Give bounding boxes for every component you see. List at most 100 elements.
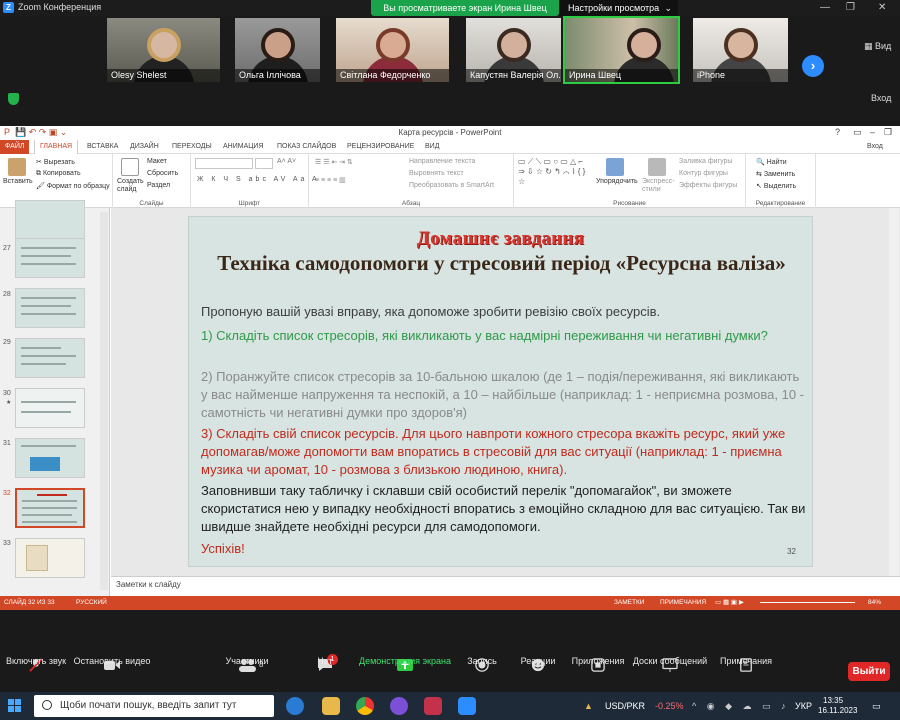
- participant-tile[interactable]: Капустян Валерія Ол...: [466, 18, 561, 82]
- slide-thumbnail-selected[interactable]: [15, 488, 85, 528]
- participant-tile[interactable]: Світлана Федорченко: [336, 18, 449, 82]
- participant-tile[interactable]: Ольга Іллічова: [235, 18, 320, 82]
- arrange-button[interactable]: Упорядочить: [596, 178, 638, 185]
- current-slide[interactable]: Домашнє завдання Техніка самодопомоги у …: [188, 216, 813, 567]
- stop-video-button[interactable]: Остановить видео: [74, 656, 151, 666]
- zoom-slider[interactable]: [760, 602, 855, 603]
- cursor-icon: ↖: [756, 183, 764, 190]
- align-icons[interactable]: ≡ ≡ ≡ ≡ ▥: [315, 176, 346, 184]
- participant-tile[interactable]: Olesy Shelest: [107, 18, 220, 82]
- cut-button[interactable]: ✂ Вырезать: [36, 158, 75, 166]
- next-page-icon[interactable]: ›: [802, 55, 824, 77]
- ticker-label[interactable]: USD/PKR: [605, 692, 645, 720]
- slide-editor: Домашнє завдання Техніка самодопомоги у …: [111, 208, 900, 576]
- leave-button[interactable]: Выйти: [848, 662, 890, 681]
- ribbon-display-icon[interactable]: ▭: [853, 127, 862, 138]
- close-icon[interactable]: ✕: [878, 2, 886, 13]
- app-icon[interactable]: [424, 697, 442, 715]
- zoom-taskbar-icon[interactable]: [458, 697, 476, 715]
- exit-fullscreen-button[interactable]: Вход: [871, 93, 891, 103]
- unmute-button[interactable]: Включить звук: [6, 656, 66, 666]
- slide-thumbnail[interactable]: [15, 538, 85, 578]
- align-text-button[interactable]: Выровнять текст: [409, 170, 464, 177]
- format-painter-button[interactable]: 🖌 Формат по образцу: [36, 182, 110, 190]
- shape-fill-button[interactable]: Заливка фигуры: [679, 158, 732, 165]
- whiteboards-button[interactable]: Доски сообщений: [633, 656, 707, 666]
- quick-styles-button[interactable]: Экспресс-стили: [642, 178, 675, 194]
- smartart-button[interactable]: Преобразовать в SmartArt: [409, 182, 494, 189]
- participant-tile-active[interactable]: Ирина Швец: [563, 16, 680, 84]
- list-icons[interactable]: ☰ ☰ ⇤ ⇥ ⇅: [315, 158, 353, 166]
- edge-icon[interactable]: [286, 697, 304, 715]
- tab-file[interactable]: ФАЙЛ: [0, 140, 30, 154]
- shape-effects-button[interactable]: Эффекты фигуры: [679, 182, 737, 189]
- viber-icon[interactable]: [390, 697, 408, 715]
- tab-review[interactable]: РЕЦЕНЗИРОВАНИЕ: [342, 140, 419, 154]
- reset-button[interactable]: Сбросить: [147, 170, 178, 177]
- editor-scrollbar[interactable]: [889, 208, 899, 576]
- slide-closing: Успіхів!: [201, 541, 245, 556]
- login-link[interactable]: Вход: [862, 140, 888, 154]
- apps-button[interactable]: Приложения: [572, 656, 625, 666]
- section-button[interactable]: Раздел: [147, 182, 170, 189]
- view-button[interactable]: ▦ Вид: [864, 41, 891, 52]
- slide-thumbnail[interactable]: [15, 388, 85, 428]
- font-grow-icon[interactable]: A˄ A˅: [277, 158, 296, 165]
- ticker-change: -0.25%: [655, 701, 684, 711]
- restore-icon[interactable]: ❐: [884, 127, 892, 138]
- slide-thumbnail[interactable]: [15, 238, 85, 278]
- slide-number: 28: [3, 291, 11, 298]
- replace-button[interactable]: ⇆ Заменить: [756, 170, 795, 178]
- select-button[interactable]: ↖ Выделить: [756, 182, 796, 190]
- text-direction-button[interactable]: Направление текста: [409, 158, 475, 165]
- tab-slideshow[interactable]: ПОКАЗ СЛАЙДОВ: [272, 140, 341, 154]
- participant-tile[interactable]: iPhone: [693, 18, 788, 82]
- find-button[interactable]: 🔍 Найти: [756, 158, 787, 166]
- panel-scrollbar[interactable]: [100, 212, 108, 590]
- view-settings-button[interactable]: Настройки просмотра ⌄: [560, 0, 678, 16]
- tab-transitions[interactable]: ПЕРЕХОДЫ: [167, 140, 217, 154]
- tab-view[interactable]: ВИД: [420, 140, 444, 154]
- tab-home[interactable]: ГЛАВНАЯ: [34, 140, 79, 154]
- keyboard-language[interactable]: УКР: [795, 692, 812, 720]
- copy-button[interactable]: ⧉ Копировать: [36, 170, 81, 178]
- layout-button[interactable]: Макет: [147, 158, 167, 165]
- new-slide-button[interactable]: Создать слайд: [117, 178, 147, 194]
- comments-toggle[interactable]: ПРИМЕЧАНИЯ: [660, 596, 706, 610]
- record-button[interactable]: Запись: [467, 656, 497, 666]
- chat-button[interactable]: Чат: [318, 656, 333, 666]
- tray-icons[interactable]: ^ ◉ ◆ ☁ ▭ ♪: [692, 692, 790, 720]
- slide-conclusion: Заповнивши таку табличку і склавши свій …: [201, 483, 806, 534]
- share-screen-button[interactable]: Демонстрация экрана: [359, 656, 451, 666]
- tab-design[interactable]: ДИЗАЙН: [125, 140, 164, 154]
- chrome-icon[interactable]: [356, 697, 374, 715]
- search-icon: [42, 700, 52, 710]
- slide-thumbnail[interactable]: [15, 338, 85, 378]
- tab-animation[interactable]: АНИМАЦИЯ: [218, 140, 269, 154]
- minimize-icon[interactable]: –: [870, 127, 875, 137]
- minimize-icon[interactable]: —: [820, 2, 830, 13]
- maximize-icon[interactable]: ❐: [846, 2, 855, 13]
- notes-toggle[interactable]: ЗАМЕТКИ: [614, 596, 644, 610]
- reactions-button[interactable]: Реакции: [521, 656, 556, 666]
- shape-outline-button[interactable]: Контур фигуры: [679, 170, 728, 177]
- file-explorer-icon[interactable]: [322, 697, 340, 715]
- taskbar-search[interactable]: Щоби почати пошук, введіть запит тут: [34, 695, 274, 717]
- font-format-icons[interactable]: Ж К Ч S abc AV Aa A: [197, 176, 320, 183]
- slide-thumbnail[interactable]: [15, 438, 85, 478]
- font-size-field[interactable]: [255, 158, 273, 169]
- windows-start-icon[interactable]: [8, 699, 22, 713]
- slide-thumbnail[interactable]: [15, 288, 85, 328]
- participants-button[interactable]: Участники: [226, 656, 269, 666]
- paste-button[interactable]: Вставить: [3, 178, 33, 185]
- help-icon[interactable]: ?: [835, 127, 840, 137]
- font-name-field[interactable]: [195, 158, 253, 169]
- notification-icon[interactable]: ▭: [872, 692, 881, 720]
- slide-thumbnail[interactable]: [15, 200, 85, 240]
- security-shield-icon[interactable]: [8, 93, 19, 105]
- view-icons[interactable]: ▭ ▦ ▣ ▶: [715, 596, 744, 610]
- shapes-gallery[interactable]: ▭ ⟋ ⟍ ▭ ○ ▭ △ ⌐ ⇒ ⇩ ☆ ↻ ↰ ⌒ ⌇ { } ☆: [518, 157, 592, 187]
- notes-pane[interactable]: Заметки к слайду: [111, 576, 900, 596]
- tab-insert[interactable]: ВСТАВКА: [82, 140, 123, 154]
- notes-button[interactable]: Примечания: [720, 656, 772, 666]
